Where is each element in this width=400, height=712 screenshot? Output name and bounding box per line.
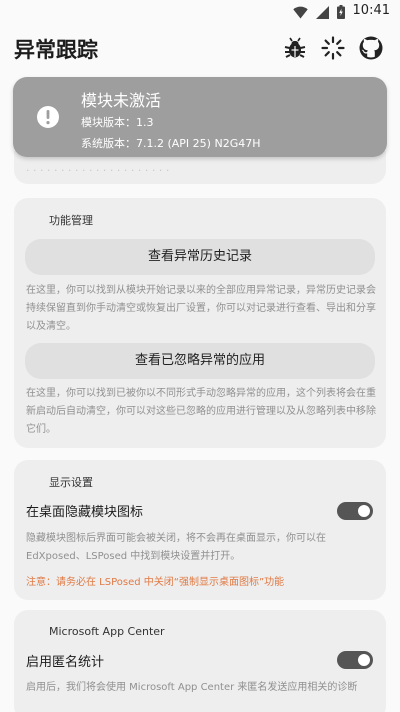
app-center-card: Microsoft App Center 启用匿名统计 启用后，我们将会使用 M…	[14, 610, 386, 712]
page-title: 异常跟踪	[14, 38, 98, 62]
ignored-description: 在这里，你可以找到已被你以不同形式手动忽略异常的应用，这个列表将会在重新启动后自…	[26, 388, 376, 435]
bug-icon[interactable]	[282, 35, 308, 61]
module-status-title: 模块未激活	[81, 91, 162, 110]
history-description: 在这里，你可以找到从模块开始记录以来的全部应用异常记录，异常历史记录会持续保留直…	[26, 285, 376, 332]
battery-icon	[336, 4, 345, 19]
alert-circle-icon	[36, 105, 60, 129]
hide-icon-toggle[interactable]	[337, 502, 373, 520]
view-ignored-apps-button[interactable]: 查看已忽略异常的应用	[25, 343, 375, 379]
view-history-button[interactable]: 查看异常历史记录	[25, 239, 375, 275]
anonymous-stats-description: 启用后，我们将会使用 Microsoft App Center 来匿名发送应用相…	[26, 682, 358, 693]
section-header: 功能管理	[49, 214, 93, 227]
hide-icon-warning: 注意：请务必在 LSPosed 中关闭“强制显示桌面图标”功能	[26, 577, 285, 588]
section-header: Microsoft App Center	[49, 625, 165, 638]
clock: 10:41	[352, 3, 390, 18]
status-bar: 10:41	[0, 0, 400, 24]
hide-icon-description: 隐藏模块图标后界面可能会被关闭，将不会再在桌面显示，你可以在 EdXposed、…	[26, 533, 326, 562]
anonymous-stats-label: 启用匿名统计	[26, 655, 105, 670]
section-header: 显示设置	[49, 476, 93, 489]
anonymous-stats-toggle[interactable]	[337, 651, 373, 669]
spinner-icon[interactable]	[320, 35, 346, 61]
wifi-icon	[292, 4, 308, 19]
github-icon[interactable]	[358, 35, 384, 61]
module-status-card[interactable]: 模块未激活 模块版本：1.3 系统版本：7.1.2 (API 25) N2G47…	[13, 77, 387, 157]
module-version: 模块版本：1.3	[81, 116, 154, 129]
app-bar: 异常跟踪	[0, 24, 400, 72]
system-version: 系统版本：7.1.2 (API 25) N2G47H	[81, 137, 261, 150]
function-management-card: 功能管理 查看异常历史记录 在这里，你可以找到从模块开始记录以来的全部应用异常记…	[14, 198, 386, 448]
signal-icon	[315, 4, 329, 19]
faded-text: · · · · · · · · · · · · · · · · · · · · …	[26, 164, 170, 177]
hide-icon-label: 在桌面隐藏模块图标	[26, 505, 144, 520]
display-settings-card: 显示设置 在桌面隐藏模块图标 隐藏模块图标后界面可能会被关闭，将不会再在桌面显示…	[14, 460, 386, 600]
